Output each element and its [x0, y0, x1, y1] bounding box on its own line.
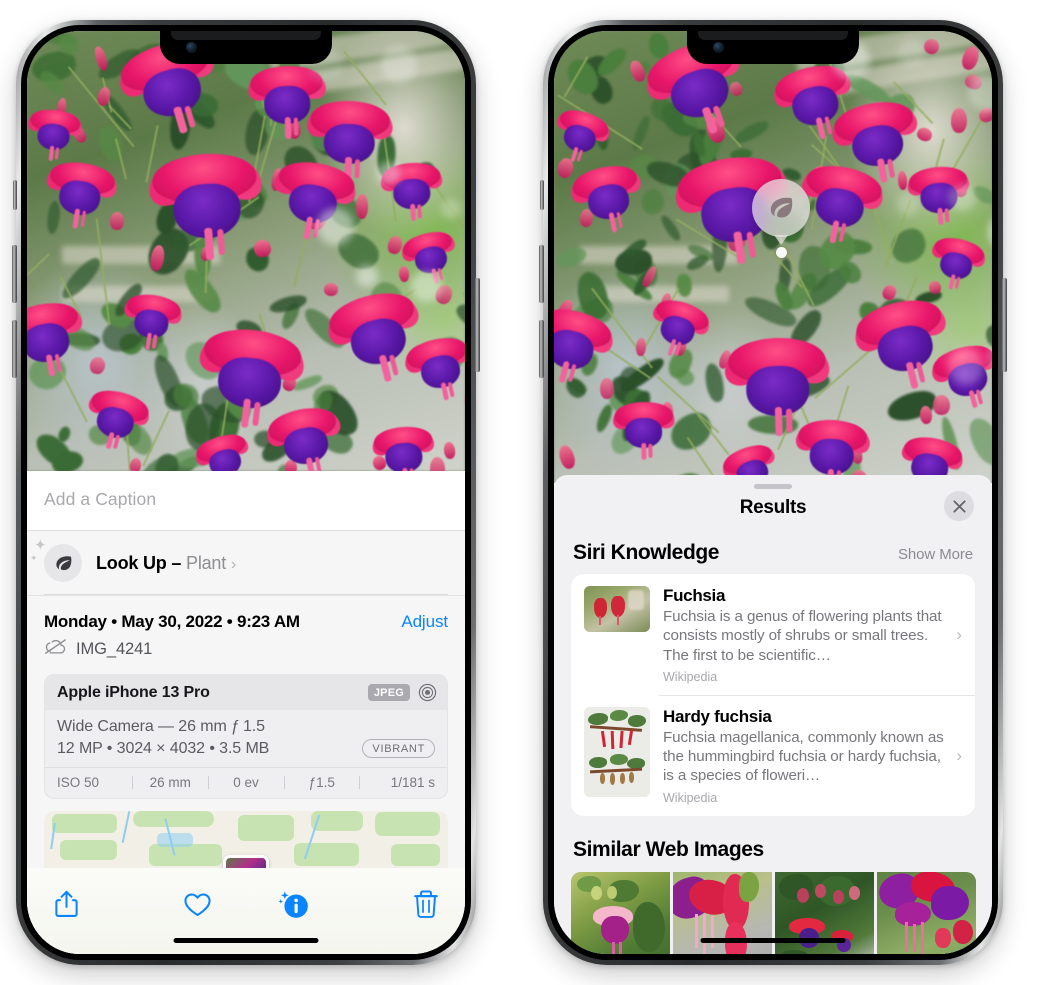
chevron-right-icon: ›: [956, 624, 962, 644]
web-image-1[interactable]: [571, 871, 670, 954]
stat-iso: ISO 50: [57, 775, 100, 790]
chevron-right-icon: ›: [956, 745, 962, 765]
results-sheet: Results Siri Knowledge Show More Fuchsia…: [554, 475, 992, 954]
notch-top-bar: [171, 31, 321, 40]
home-indicator[interactable]: [700, 938, 846, 943]
look-up-icon-wrap: ✦ ✦: [30, 538, 82, 582]
exif-header: Apple iPhone 13 Pro JPEG: [45, 675, 447, 710]
exif-stats-row: ISO 50 26 mm 0 ev ƒ1.5 1/181 s: [45, 767, 447, 798]
volume-up-button[interactable]: [539, 245, 544, 303]
device-bezel: Add a Caption ✦ ✦ Look Up – Plant › Mond…: [21, 25, 471, 960]
format-badge: JPEG: [367, 684, 410, 701]
knowledge-item-source: Wikipedia: [663, 790, 718, 805]
screen-left: Add a Caption ✦ ✦ Look Up – Plant › Mond…: [27, 31, 465, 954]
mute-switch[interactable]: [540, 180, 544, 210]
photo-info-sheet: Add a Caption ✦ ✦ Look Up – Plant › Mond…: [27, 471, 465, 954]
share-button[interactable]: [53, 889, 150, 919]
look-up-label: Look Up – Plant ›: [96, 553, 236, 574]
sparkle-icon-small: ✦: [30, 553, 38, 563]
list-item[interactable]: Fuchsia Fuchsia is a genus of flowering …: [571, 574, 975, 695]
screenshot-root: Add a Caption ✦ ✦ Look Up – Plant › Mond…: [0, 0, 1055, 985]
web-image-4[interactable]: [877, 871, 976, 954]
delete-button[interactable]: [343, 889, 440, 919]
leaf-icon: [44, 544, 82, 582]
file-name: IMG_4241: [76, 639, 153, 658]
similar-web-images-title: Similar Web Images: [573, 837, 764, 861]
volume-up-button[interactable]: [12, 245, 17, 303]
mute-switch[interactable]: [13, 180, 17, 210]
caption-input[interactable]: Add a Caption: [44, 489, 448, 510]
quality-badge: VIBRANT: [362, 739, 435, 758]
knowledge-item-source: Wikipedia: [663, 669, 718, 684]
show-more-button[interactable]: Show More: [898, 546, 973, 563]
results-title: Results: [739, 497, 807, 518]
photo-viewer[interactable]: [554, 31, 992, 483]
visual-lookup-leaf-marker[interactable]: [752, 179, 810, 237]
siri-knowledge-header: Siri Knowledge Show More: [554, 519, 992, 574]
results-header: Results: [554, 489, 992, 521]
front-camera: [186, 42, 197, 53]
power-button[interactable]: [475, 278, 480, 372]
stat-aperture: ƒ1.5: [308, 775, 335, 790]
stat-focal: 26 mm: [149, 775, 191, 790]
exif-card: Apple iPhone 13 Pro JPEG Wide Camera — 2…: [44, 674, 448, 799]
lens-icon: [418, 683, 437, 702]
look-up-title: Look Up –: [96, 552, 187, 573]
iphone-device-left: Add a Caption ✦ ✦ Look Up – Plant › Mond…: [12, 20, 480, 965]
caption-field-row[interactable]: Add a Caption: [27, 471, 465, 531]
cloud-slash-icon: [44, 638, 67, 660]
knowledge-item-description: Fuchsia is a genus of flowering plants t…: [663, 608, 942, 664]
knowledge-item-description: Fuchsia magellanica, commonly known as t…: [663, 728, 944, 785]
size-info: 12 MP • 3024 × 4032 • 3.5 MB: [57, 739, 270, 757]
look-up-subject: Plant: [186, 552, 227, 573]
knowledge-item-title: Hardy fuchsia: [663, 706, 772, 726]
adjust-button[interactable]: Adjust: [401, 612, 448, 632]
stat-shutter: 1/181 s: [390, 775, 435, 790]
device-bezel: Results Siri Knowledge Show More Fuchsia…: [548, 25, 998, 960]
close-button[interactable]: [944, 491, 974, 521]
photo-viewer[interactable]: [27, 31, 465, 471]
date-row: Monday • May 30, 2022 • 9:23 AM Adjust: [27, 596, 465, 634]
home-indicator[interactable]: [173, 938, 319, 943]
front-camera: [713, 42, 724, 53]
size-info-row: 12 MP • 3024 × 4032 • 3.5 MB VIBRANT: [57, 739, 435, 758]
look-up-row[interactable]: ✦ ✦ Look Up – Plant ›: [27, 531, 465, 596]
iphone-device-right: Results Siri Knowledge Show More Fuchsia…: [539, 20, 1007, 965]
notch-top-bar: [698, 31, 848, 40]
exif-badges: JPEG: [367, 683, 437, 702]
visual-lookup-anchor-dot: [776, 247, 787, 258]
screen-right: Results Siri Knowledge Show More Fuchsia…: [554, 31, 992, 954]
knowledge-item-title: Fuchsia: [663, 586, 726, 605]
fuchsia-red-flowers-thumbnail: [584, 586, 650, 632]
volume-down-button[interactable]: [539, 320, 544, 378]
lens-info: Wide Camera — 26 mm ƒ 1.5: [57, 718, 265, 735]
similar-web-images-header: Similar Web Images: [554, 816, 992, 872]
camera-device-name: Apple iPhone 13 Pro: [57, 683, 210, 701]
photo-date: Monday • May 30, 2022 • 9:23 AM: [44, 612, 300, 631]
volume-down-button[interactable]: [12, 320, 17, 378]
siri-knowledge-card: Fuchsia Fuchsia is a genus of flowering …: [571, 574, 975, 816]
chevron-right-icon: ›: [231, 555, 237, 573]
file-row: IMG_4241: [27, 634, 465, 674]
knowledge-item-body: Fuchsia Fuchsia is a genus of flowering …: [663, 586, 948, 684]
list-item[interactable]: Hardy fuchsia Fuchsia magellanica, commo…: [571, 694, 975, 816]
info-button[interactable]: [246, 888, 343, 920]
knowledge-item-body: Hardy fuchsia Fuchsia magellanica, commo…: [663, 707, 948, 805]
stat-ev: 0 ev: [233, 775, 259, 790]
siri-knowledge-title: Siri Knowledge: [573, 541, 720, 564]
power-button[interactable]: [1002, 278, 1007, 372]
hardy-fuchsia-specimen-thumbnail: [584, 706, 650, 797]
exif-body: Wide Camera — 26 mm ƒ 1.5 12 MP • 3024 ×…: [45, 710, 447, 767]
sparkle-icon-large: ✦: [34, 537, 47, 554]
favorite-button[interactable]: [150, 891, 247, 918]
